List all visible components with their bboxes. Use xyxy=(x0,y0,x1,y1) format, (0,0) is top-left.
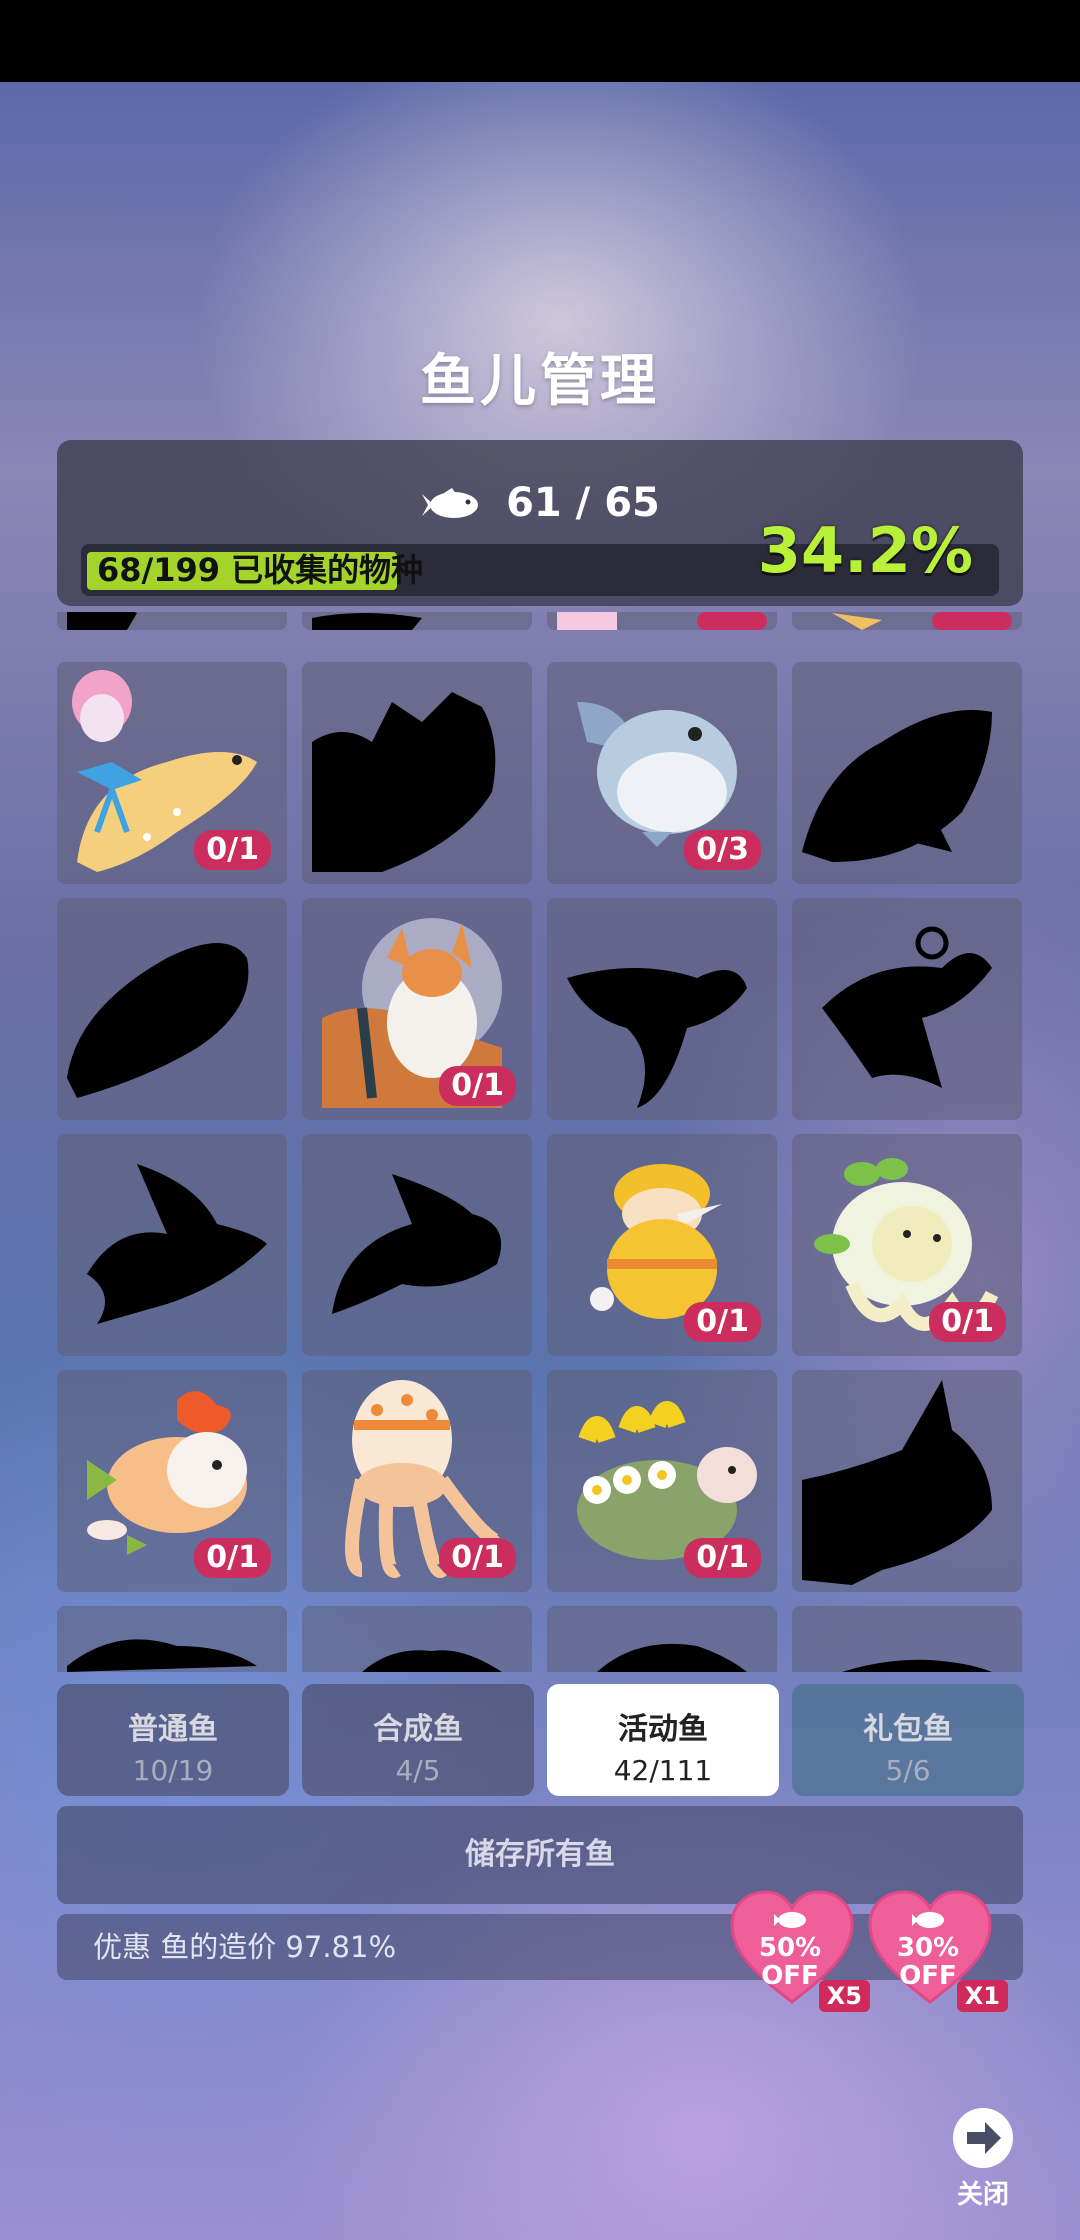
fish-badge: 0/1 xyxy=(194,830,271,870)
category-tabs: 普通鱼 10/19 合成鱼 4/5 活动鱼 42/111 礼包鱼 5/6 xyxy=(57,1684,1024,1796)
fish-badge: 0/1 xyxy=(684,1302,761,1342)
fish-badge: 0/1 xyxy=(684,1538,761,1578)
coupon-multiplier: X1 xyxy=(956,1980,1008,2012)
fish-cell-egg-squid[interactable]: 0/1 xyxy=(302,1370,532,1592)
tab-gift-fish[interactable]: 礼包鱼 5/6 xyxy=(792,1684,1024,1796)
tab-label: 礼包鱼 xyxy=(863,1712,953,1747)
coupon-50-off[interactable]: 50% OFF X5 xyxy=(730,1890,870,2012)
fish-cell-flower-fish[interactable]: 0/1 xyxy=(57,1370,287,1592)
fish-badge: 0/1 xyxy=(929,1302,1006,1342)
fish-cell-flower-turtle[interactable]: 0/1 xyxy=(547,1370,777,1592)
fish-cell-locked[interactable] xyxy=(302,662,532,884)
tab-normal-fish[interactable]: 普通鱼 10/19 xyxy=(57,1684,289,1796)
fish-icon xyxy=(422,488,479,518)
coupon-pct: 30% xyxy=(896,1933,960,1963)
fish-count: 61 / 65 xyxy=(506,480,660,526)
discount-text: 优惠 鱼的造价 97.81% xyxy=(93,1930,397,1964)
fish-cell-sprout-bunny-squid[interactable]: 0/1 xyxy=(792,1134,1022,1356)
fish-badge: 0/1 xyxy=(439,1538,516,1578)
page-title: 鱼儿管理 xyxy=(420,349,660,414)
fish-badge: 0/3 xyxy=(684,830,761,870)
fish-cell-locked[interactable] xyxy=(792,1370,1022,1592)
tab-label: 活动鱼 xyxy=(618,1712,708,1747)
fish-cell[interactable] xyxy=(302,612,532,630)
tab-count: 10/19 xyxy=(132,1754,214,1787)
fish-cell-locked[interactable] xyxy=(57,1134,287,1356)
coupon-multiplier: X5 xyxy=(818,1980,870,2012)
fish-cell-bird-blowfish[interactable]: 0/3 xyxy=(547,662,777,884)
close-button[interactable]: 关闭 xyxy=(948,2108,1018,2211)
tab-event-fish[interactable]: 活动鱼 42/111 xyxy=(547,1684,779,1796)
fish-cell[interactable] xyxy=(547,612,777,630)
fish-cell-rabbit-fish[interactable]: 0/1 xyxy=(57,662,287,884)
fish-cell-locked[interactable] xyxy=(302,1606,532,1672)
coupon-pct: 50% xyxy=(758,1933,822,1963)
tab-count: 42/111 xyxy=(613,1754,713,1787)
coupon-30-off[interactable]: 30% OFF X1 xyxy=(868,1890,1008,2012)
fish-cell-locked[interactable] xyxy=(792,1606,1022,1672)
close-label: 关闭 xyxy=(956,2180,1009,2210)
tab-count: 4/5 xyxy=(395,1754,441,1787)
tab-merged-fish[interactable]: 合成鱼 4/5 xyxy=(302,1684,534,1796)
fish-badge: 0/1 xyxy=(439,1066,516,1106)
status-bar xyxy=(0,0,1080,82)
fish-grid: 0/1 0/3 0/1 0/1 0/1 0/1 0/1 0/1 xyxy=(57,612,1023,1672)
collection-percent: 34.2% xyxy=(757,514,973,587)
fish-cell-locked[interactable] xyxy=(547,898,777,1120)
tab-label: 合成鱼 xyxy=(373,1712,463,1747)
fish-cell-locked[interactable] xyxy=(792,898,1022,1120)
fish-cell-locked[interactable] xyxy=(57,1606,287,1672)
collection-panel: 61 / 65 68/199 已收集的物种 34.2% xyxy=(57,440,1023,606)
arrow-right-icon xyxy=(953,2108,1013,2168)
fish-cell-locked[interactable] xyxy=(57,898,287,1120)
fish-cell[interactable] xyxy=(792,612,1022,630)
fish-badge: 0/1 xyxy=(194,1538,271,1578)
fish-cell-locked[interactable] xyxy=(547,1606,777,1672)
fish-cell[interactable] xyxy=(57,612,287,630)
fish-cell-locked[interactable] xyxy=(792,662,1022,884)
collection-label: 68/199 已收集的物种 xyxy=(97,551,424,589)
fish-cell-corgi-astronaut[interactable]: 0/1 xyxy=(302,898,532,1120)
tab-count: 5/6 xyxy=(885,1754,931,1787)
tab-label: 普通鱼 xyxy=(128,1712,218,1747)
fish-cell-easter-egg-chick[interactable]: 0/1 xyxy=(547,1134,777,1356)
fish-cell-locked[interactable] xyxy=(302,1134,532,1356)
